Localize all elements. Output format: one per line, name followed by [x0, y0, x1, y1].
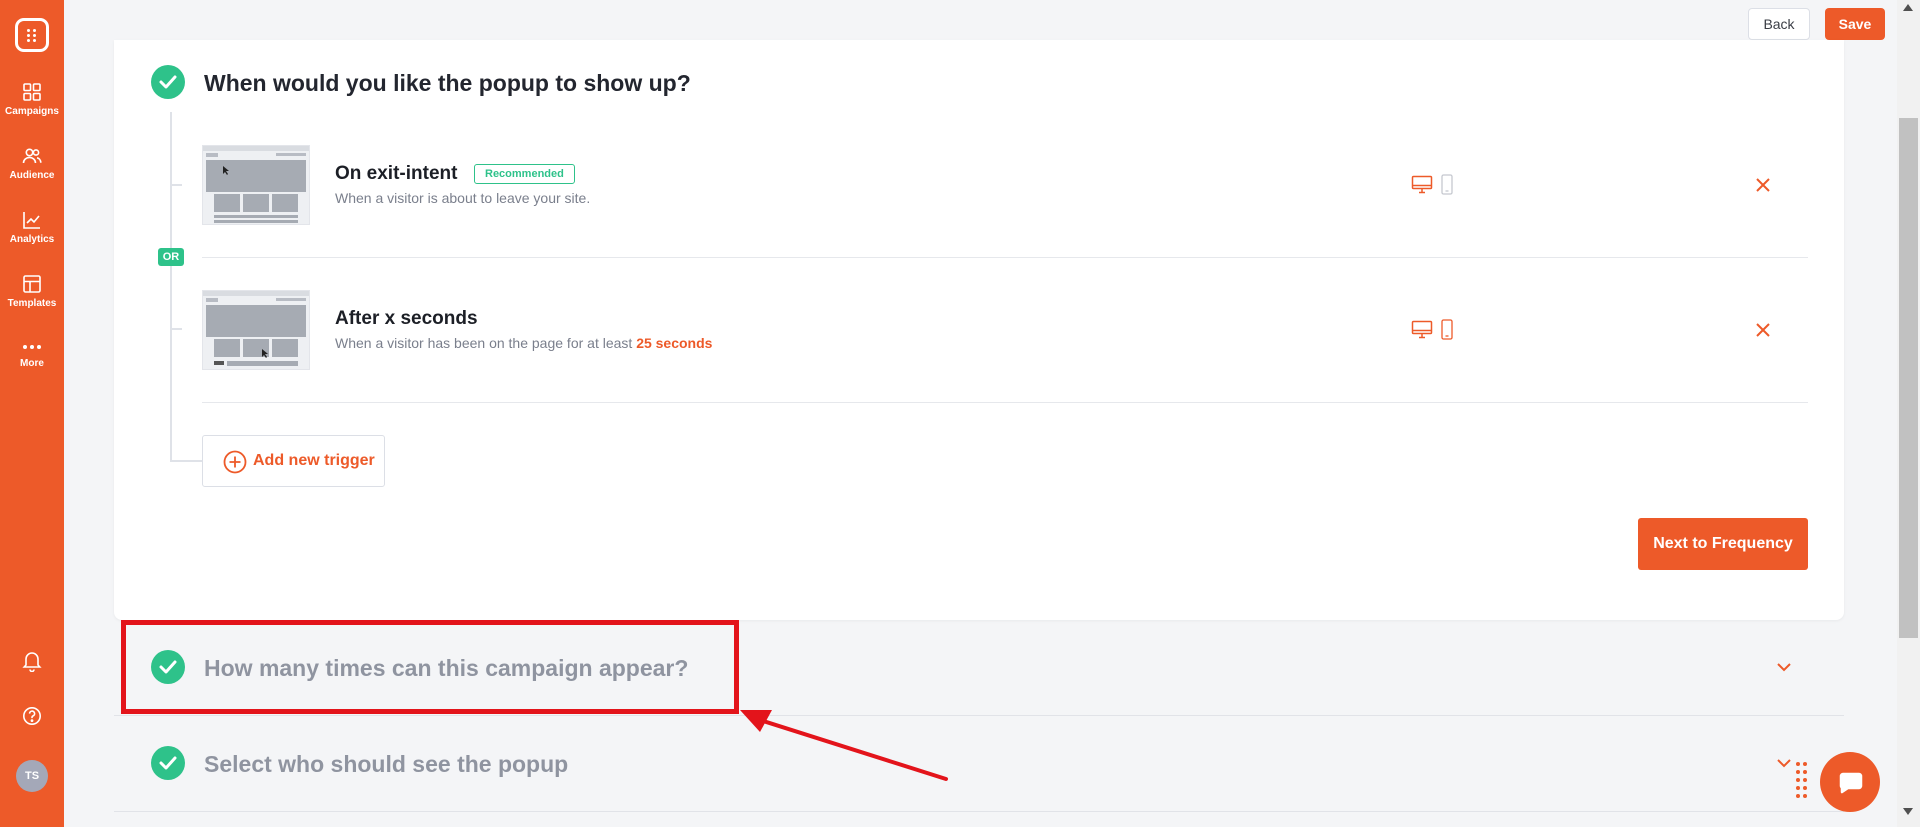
- chat-bubble-icon: [1839, 772, 1863, 794]
- scroll-up-icon[interactable]: [1903, 4, 1913, 11]
- annotation-arrow-icon: [740, 710, 948, 781]
- scroll-down-icon[interactable]: [1903, 808, 1913, 815]
- chat-button[interactable]: [1820, 752, 1880, 812]
- drag-handle-icon[interactable]: [1796, 762, 1810, 798]
- scrollbar-thumb[interactable]: [1899, 118, 1918, 638]
